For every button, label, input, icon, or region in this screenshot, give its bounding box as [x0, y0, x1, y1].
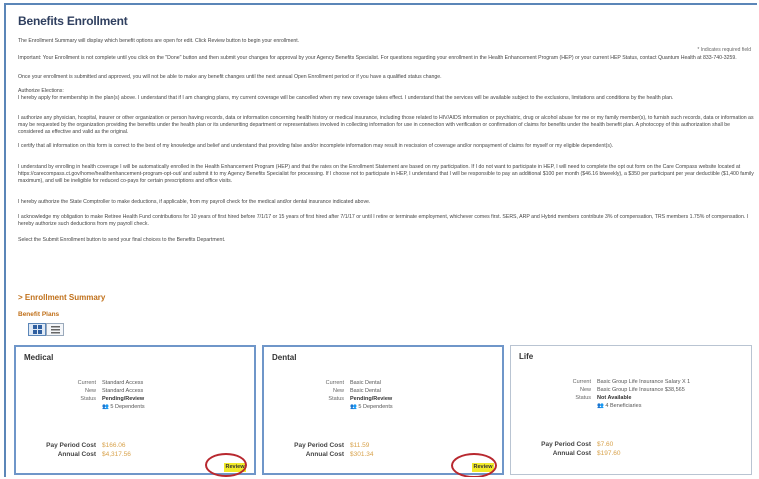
tile-title: Life [519, 352, 534, 361]
annual-cost: Annual Cost $197.60 [552, 450, 621, 457]
submit-instruction: Select the Submit Enrollment button to s… [18, 237, 226, 243]
new-plan: New Standard Access [84, 388, 144, 394]
life-tile[interactable]: Life Current Basic Group Life Insurance S… [510, 345, 752, 475]
dependents: 👥 5 Dependents [102, 404, 145, 410]
new-plan: New Basic Group Life Insurance $38,565 [579, 387, 685, 393]
dependents: 👥 5 Dependents [350, 404, 393, 410]
hep-text: I understand by enrolling in health cove… [18, 164, 754, 184]
status: Status Pending/Review [80, 396, 145, 402]
required-note: * Indicates required field [697, 47, 751, 53]
grid-view-icon[interactable] [28, 323, 46, 336]
page-title: Benefits Enrollment [18, 14, 128, 28]
comptroller-text: I hereby authorize the State Comptroller… [18, 199, 371, 205]
benefit-plans-label: Benefit Plans [18, 311, 60, 318]
review-highlight-ring [205, 453, 247, 477]
authorize-text-2: I authorize any physician, hospital, ins… [18, 115, 754, 135]
pay-period-cost: Pay Period Cost $7.60 [541, 441, 614, 448]
tile-title: Dental [272, 353, 297, 362]
intro-text-3: Once your enrollment is submitted and ap… [18, 74, 442, 80]
current-plan: Current Standard Access [77, 380, 144, 386]
authorize-heading: Authorize Elections: [18, 88, 64, 94]
benefits-enrollment-page: Benefits Enrollment * Indicates required… [4, 3, 757, 477]
annual-cost: Annual Cost $4,317.56 [57, 451, 131, 458]
status: Status Pending/Review [328, 396, 393, 402]
authorize-text-1: I hereby apply for membership in the pla… [18, 95, 674, 101]
view-toggle [28, 323, 64, 336]
intro-text-1: The Enrollment Summary will display whic… [18, 38, 300, 44]
list-view-icon[interactable] [46, 323, 64, 336]
annual-cost: Annual Cost $301.34 [305, 451, 374, 458]
current-plan: Current Basic Dental [325, 380, 381, 386]
intro-text-2: Important: Your Enrollment is not comple… [18, 55, 737, 61]
new-plan: New Basic Dental [332, 388, 381, 394]
pay-period-cost: Pay Period Cost $11.59 [294, 442, 370, 449]
pay-period-cost: Pay Period Cost $166.06 [46, 442, 126, 449]
certify-text: I certify that all information on this f… [18, 143, 614, 149]
current-plan: Current Basic Group Life Insurance Salary… [572, 379, 691, 385]
tile-title: Medical [24, 353, 54, 362]
review-highlight-ring [451, 453, 497, 477]
retiree-fund-text: I acknowledge my obligation to make Reti… [18, 214, 749, 227]
status: Status Not Available [575, 395, 632, 401]
enrollment-summary-link[interactable]: > Enrollment Summary [18, 293, 105, 302]
beneficiaries: 👥 4 Beneficiaries [597, 403, 642, 409]
